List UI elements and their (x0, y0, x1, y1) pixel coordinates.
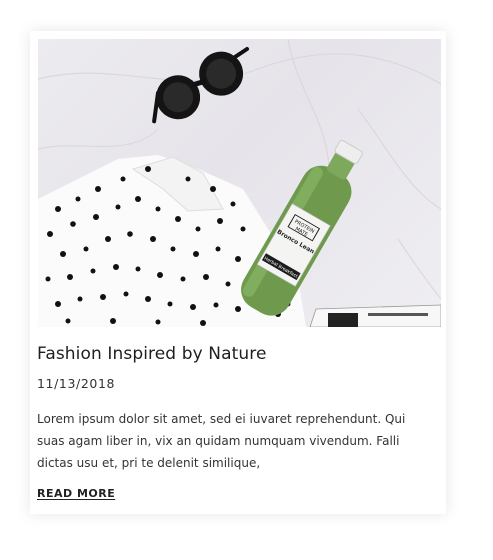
read-more-link[interactable]: READ MORE (37, 487, 115, 500)
post-excerpt: Lorem ipsum dolor sit amet, sed ei iuvar… (37, 412, 406, 470)
featured-photo-illustration: PROTEIN MATE Bronco Lean Herbal Breakfas… (38, 39, 441, 327)
post-date: 11/13/2018 (37, 376, 116, 391)
post-title[interactable]: Fashion Inspired by Nature (37, 344, 267, 364)
blog-post-card: PROTEIN MATE Bronco Lean Herbal Breakfas… (30, 31, 446, 514)
post-featured-image[interactable]: PROTEIN MATE Bronco Lean Herbal Breakfas… (38, 39, 441, 327)
sunglasses (152, 47, 250, 124)
magazine (309, 304, 441, 327)
